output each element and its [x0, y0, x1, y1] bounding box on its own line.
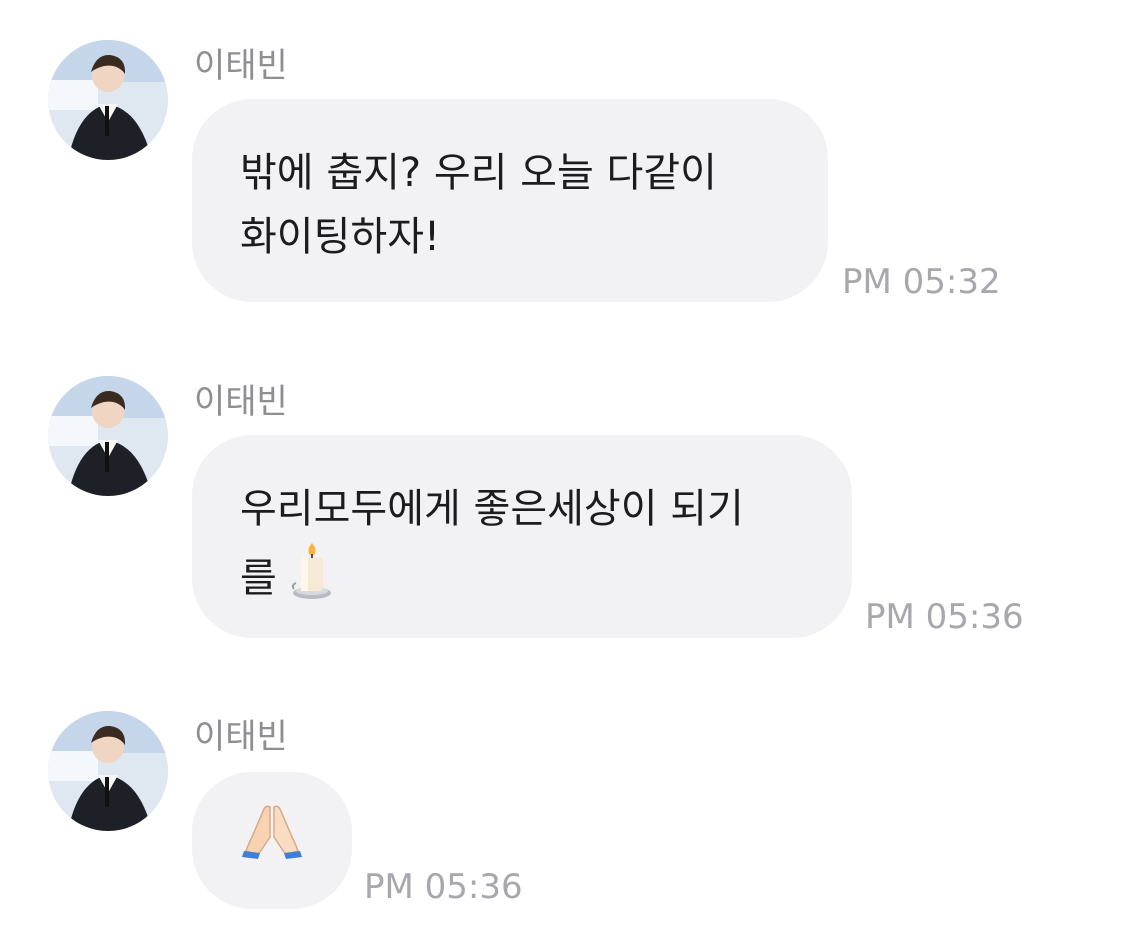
message-text-line: 우리모두에게 좋은세상이 되기 — [240, 486, 744, 532]
avatar[interactable] — [48, 376, 168, 496]
folded-hands-icon — [240, 801, 304, 880]
message-text-line: 화이팅하자! — [240, 214, 441, 260]
message-timestamp: PM 05:36 — [865, 597, 1024, 637]
avatar[interactable] — [48, 711, 168, 831]
candle-icon — [290, 541, 334, 620]
sender-name: 이태빈 — [194, 46, 288, 86]
message-text-line-with-emoji: 를 — [240, 541, 804, 620]
avatar[interactable] — [48, 40, 168, 160]
avatar-photo — [48, 376, 168, 496]
message-text-fragment: 를 — [240, 555, 277, 602]
message-bubble[interactable] — [192, 772, 352, 909]
avatar-photo — [48, 711, 168, 831]
message-timestamp: PM 05:36 — [364, 867, 523, 907]
message-bubble[interactable]: 우리모두에게 좋은세상이 되기 를 — [192, 435, 852, 638]
message-timestamp: PM 05:32 — [842, 262, 1001, 302]
message-bubble[interactable]: 밖에 춥지? 우리 오늘 다같이 화이팅하자! — [192, 99, 828, 302]
avatar-photo — [48, 40, 168, 160]
message-text-line: 밖에 춥지? 우리 오늘 다같이 — [240, 150, 717, 196]
sender-name: 이태빈 — [194, 382, 288, 422]
sender-name: 이태빈 — [194, 717, 288, 757]
